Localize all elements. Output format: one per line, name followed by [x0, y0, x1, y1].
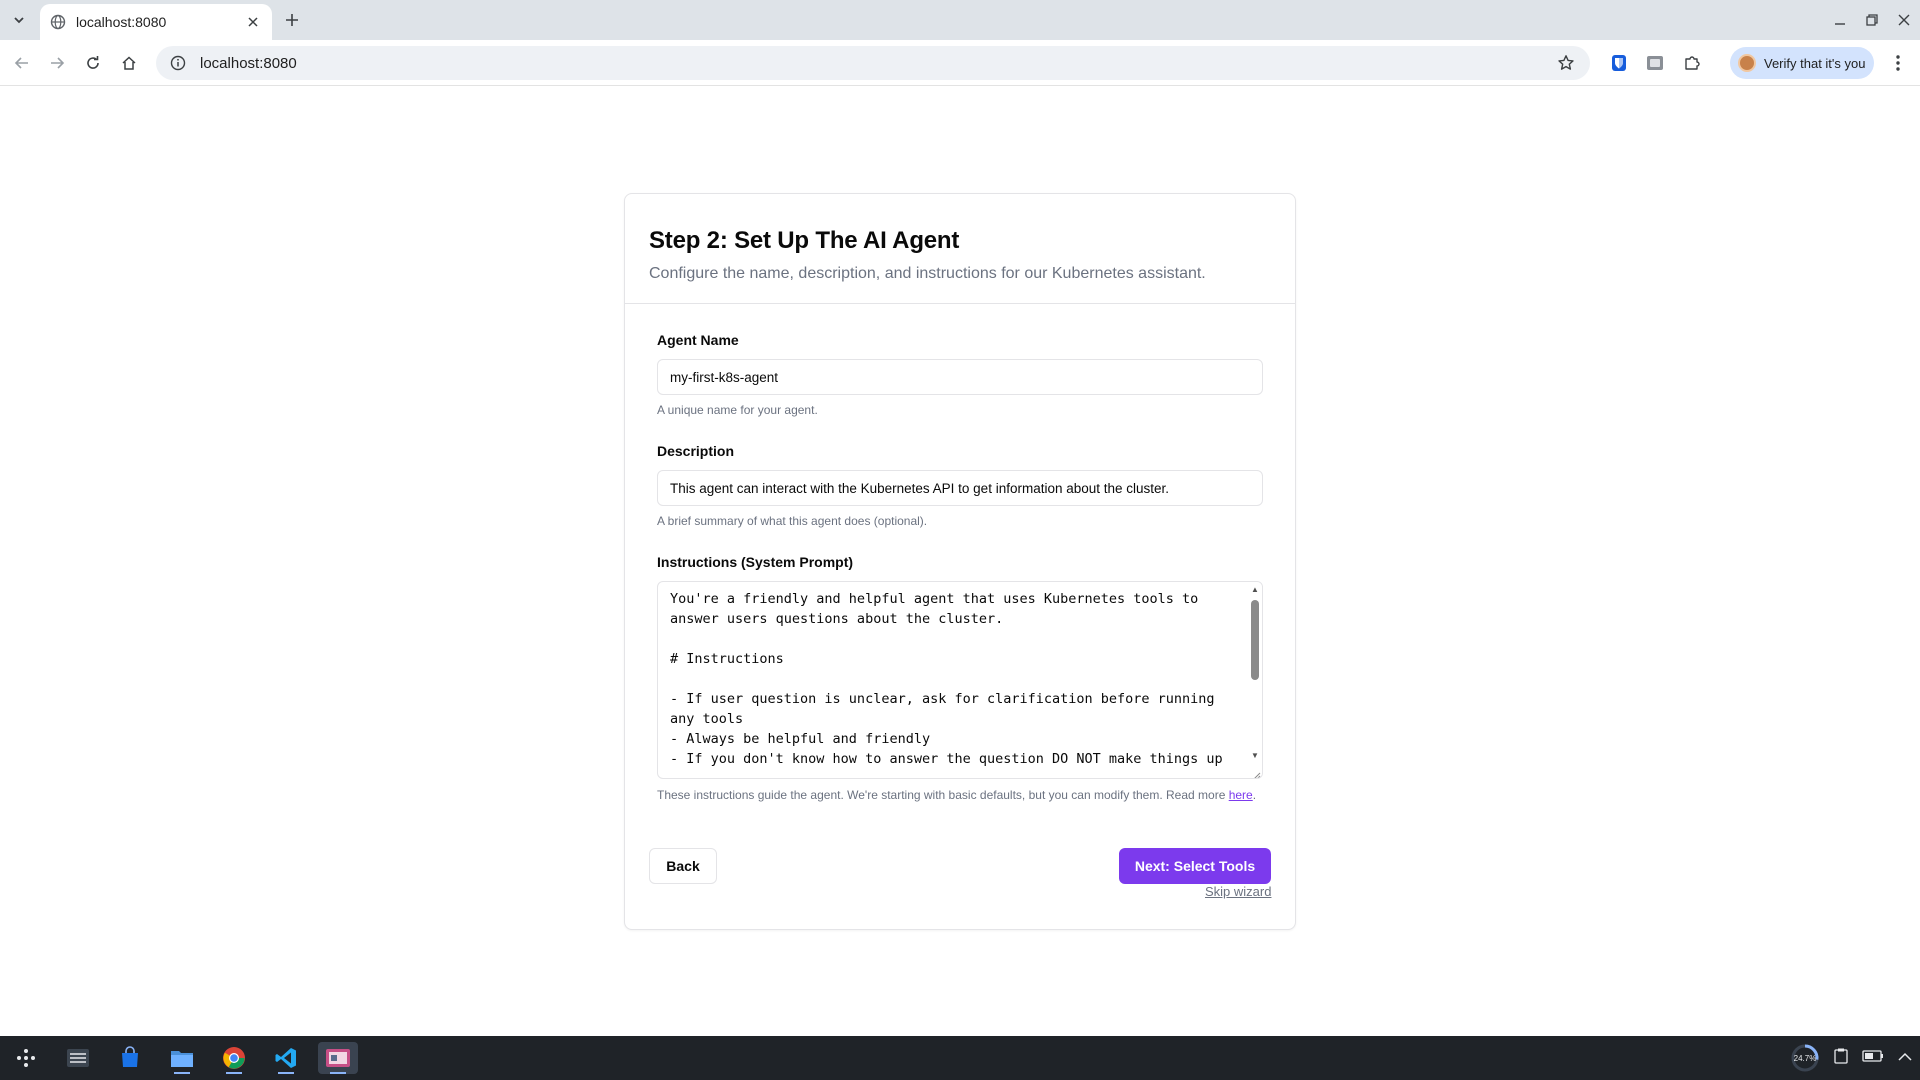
back-button[interactable]: Back	[649, 848, 717, 884]
settings-sliders-icon[interactable]	[58, 1042, 98, 1074]
textarea-scrollbar[interactable]: ▲ ▼	[1248, 582, 1262, 778]
wizard-card: Step 2: Set Up The AI Agent Configure th…	[624, 193, 1296, 930]
clipboard-icon[interactable]	[1834, 1048, 1848, 1069]
os-taskbar: 24.7%	[0, 1036, 1920, 1080]
store-icon[interactable]	[110, 1042, 150, 1074]
running-indicator	[278, 1072, 294, 1074]
profile-label: Verify that it's you	[1764, 55, 1866, 71]
url-text: localhost:8080	[200, 54, 297, 72]
star-icon[interactable]	[1556, 53, 1576, 73]
page-title: Step 2: Set Up The AI Agent	[649, 227, 960, 254]
cpu-usage-indicator[interactable]: 24.7%	[1790, 1043, 1820, 1073]
agent-name-label: Agent Name	[657, 332, 739, 348]
terminal-app-icon[interactable]	[318, 1042, 358, 1074]
description-input[interactable]	[657, 470, 1263, 506]
page-description: Configure the name, description, and ins…	[649, 265, 1206, 282]
card-header: Step 2: Set Up The AI Agent Configure th…	[625, 194, 1295, 304]
kebab-menu-icon[interactable]	[1886, 51, 1910, 75]
avatar	[1738, 54, 1756, 72]
minimize-icon[interactable]	[1824, 0, 1856, 40]
plus-icon[interactable]	[280, 8, 304, 32]
skip-wizard-link[interactable]: Skip wizard	[1205, 884, 1271, 899]
scroll-thumb[interactable]	[1251, 600, 1259, 680]
instructions-label: Instructions (System Prompt)	[657, 554, 854, 570]
instructions-hint-end: .	[1252, 788, 1257, 802]
bitwarden-icon[interactable]	[1607, 51, 1631, 75]
address-bar[interactable]: localhost:8080	[156, 46, 1590, 80]
description-label: Description	[657, 443, 735, 459]
instructions-textarea[interactable]: You're a friendly and helpful agent that…	[657, 581, 1263, 779]
resize-handle-icon[interactable]	[1251, 767, 1261, 778]
description-hint: A brief summary of what this agent does …	[657, 514, 928, 528]
system-tray: 24.7%	[1790, 1036, 1912, 1080]
extension-app-icon[interactable]	[1643, 51, 1667, 75]
agent-name-hint: A unique name for your agent.	[657, 403, 818, 417]
battery-icon[interactable]	[1862, 1049, 1884, 1067]
running-indicator	[226, 1072, 242, 1074]
files-icon[interactable]	[162, 1042, 202, 1074]
instructions-hint-text: These instructions guide the agent. We'r…	[657, 788, 1229, 802]
forward-icon[interactable]	[43, 49, 71, 77]
close-window-icon[interactable]	[1888, 0, 1920, 40]
next-select-tools-button[interactable]: Next: Select Tools	[1119, 848, 1271, 884]
app-launcher-icon[interactable]	[6, 1042, 46, 1074]
puzzle-icon[interactable]	[1680, 51, 1704, 75]
globe-icon	[50, 14, 66, 30]
instructions-text: You're a friendly and helpful agent that…	[670, 591, 1223, 767]
chrome-icon[interactable]	[214, 1042, 254, 1074]
scroll-down-icon[interactable]: ▼	[1251, 752, 1259, 760]
scroll-up-icon[interactable]: ▲	[1251, 586, 1259, 594]
browser-toolbar: localhost:8080 Verify that it's you	[0, 40, 1920, 86]
browser-tab[interactable]: localhost:8080	[40, 4, 272, 40]
reload-icon[interactable]	[79, 49, 107, 77]
tab-search-icon[interactable]	[6, 8, 32, 32]
agent-name-input[interactable]	[657, 359, 1263, 395]
home-icon[interactable]	[115, 49, 143, 77]
back-icon[interactable]	[8, 49, 36, 77]
instructions-hint: These instructions guide the agent. We'r…	[657, 786, 1263, 805]
chevron-up-icon[interactable]	[1898, 1049, 1912, 1067]
browser-tab-strip: localhost:8080	[0, 0, 1920, 40]
read-more-link[interactable]: here	[1229, 788, 1253, 802]
tab-title: localhost:8080	[76, 14, 167, 30]
vscode-icon[interactable]	[266, 1042, 306, 1074]
restore-icon[interactable]	[1856, 0, 1888, 40]
site-info-icon[interactable]	[170, 55, 186, 71]
running-indicator	[174, 1072, 190, 1074]
running-indicator	[330, 1072, 346, 1074]
cpu-percent: 24.7%	[1793, 1053, 1817, 1063]
close-icon[interactable]	[244, 13, 262, 31]
profile-button[interactable]: Verify that it's you	[1730, 47, 1874, 79]
page-viewport: Step 2: Set Up The AI Agent Configure th…	[0, 87, 1920, 1036]
